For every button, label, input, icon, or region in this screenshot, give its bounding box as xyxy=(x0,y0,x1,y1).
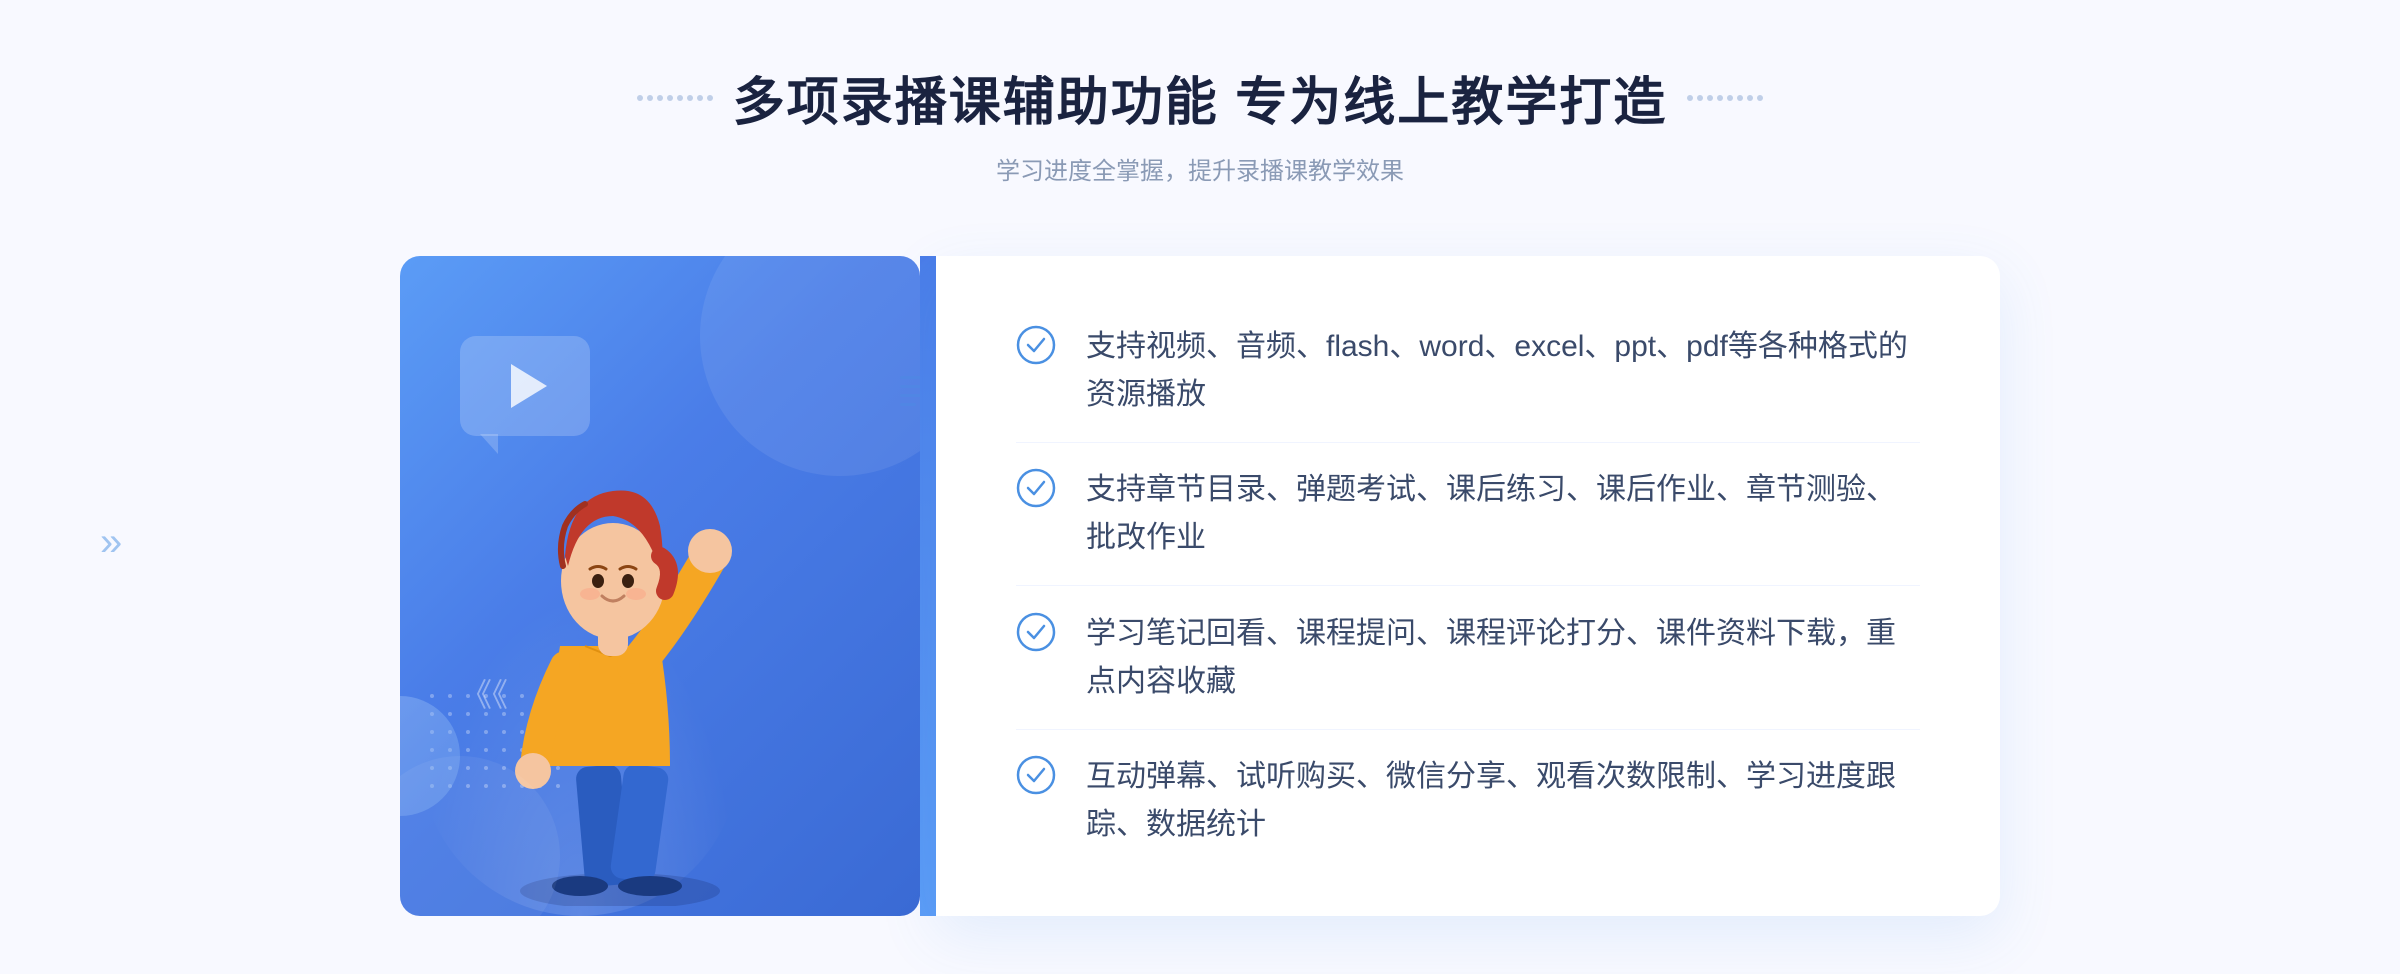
blue-strip xyxy=(920,256,936,916)
feature-item-3: 学习笔记回看、课程提问、课程评论打分、课件资料下载，重点内容收藏 xyxy=(1016,600,1920,716)
feature-text-4: 互动弹幕、试听购买、微信分享、观看次数限制、学习进度跟踪、数据统计 xyxy=(1086,753,1920,849)
chevron-left-icon: » xyxy=(100,520,122,565)
play-bubble xyxy=(460,336,590,436)
left-decorator xyxy=(637,95,713,101)
feature-text-1: 支持视频、音频、flash、word、excel、ppt、pdf等各种格式的资源… xyxy=(1086,323,1920,419)
feature-text-2: 支持章节目录、弹题考试、课后练习、课后作业、章节测验、批改作业 xyxy=(1086,466,1920,562)
sub-title: 学习进度全掌握，提升录播课教学效果 xyxy=(0,151,2400,186)
feature-text-3: 学习笔记回看、课程提问、课程评论打分、课件资料下载，重点内容收藏 xyxy=(1086,610,1920,706)
person-illustration xyxy=(450,426,810,906)
divider-1 xyxy=(1016,442,1920,443)
divider-3 xyxy=(1016,729,1920,730)
content-area: 《《 xyxy=(400,236,2000,936)
check-icon-3 xyxy=(1016,612,1056,652)
check-icon-4 xyxy=(1016,755,1056,795)
illustration-card: 《《 xyxy=(400,256,920,916)
play-triangle-icon xyxy=(511,364,547,408)
page-container: 多项录播课辅助功能 专为线上教学打造 学习进度全掌握，提升录播课教学效果 xyxy=(0,0,2400,974)
divider-2 xyxy=(1016,585,1920,586)
lines-decoration xyxy=(900,376,920,406)
right-panel: 支持视频、音频、flash、word、excel、ppt、pdf等各种格式的资源… xyxy=(936,256,2000,916)
feature-item-2: 支持章节目录、弹题考试、课后练习、课后作业、章节测验、批改作业 xyxy=(1016,456,1920,572)
main-title: 多项录播课辅助功能 专为线上教学打造 xyxy=(733,60,1667,135)
header-section: 多项录播课辅助功能 专为线上教学打造 学习进度全掌握，提升录播课教学效果 xyxy=(0,0,2400,186)
check-icon-1 xyxy=(1016,325,1056,365)
right-decorator xyxy=(1687,95,1763,101)
header-decorators: 多项录播课辅助功能 专为线上教学打造 xyxy=(0,60,2400,135)
feature-item-1: 支持视频、音频、flash、word、excel、ppt、pdf等各种格式的资源… xyxy=(1016,313,1920,429)
check-icon-2 xyxy=(1016,468,1056,508)
feature-item-4: 互动弹幕、试听购买、微信分享、观看次数限制、学习进度跟踪、数据统计 xyxy=(1016,743,1920,859)
